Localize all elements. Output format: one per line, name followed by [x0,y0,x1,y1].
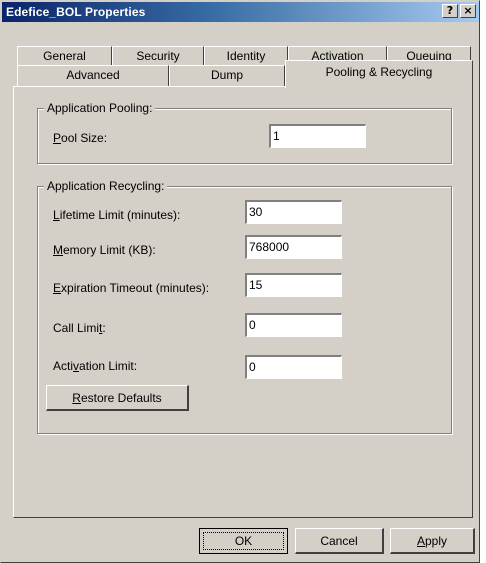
pool-size-input[interactable]: 1 [269,124,366,148]
title-bar[interactable]: Edefice_BOL Properties ? × [2,2,479,22]
window-title: Edefice_BOL Properties [6,5,146,19]
help-button[interactable]: ? [442,4,458,18]
apply-button[interactable]: Apply [390,528,475,554]
tab-label: Advanced [66,68,120,82]
expiration-timeout-input[interactable]: 15 [245,273,342,297]
application-pooling-group: Application Pooling: Pool Size: 1 [37,101,452,164]
lifetime-limit-label: Lifetime Limit (minutes): [53,208,181,222]
activation-limit-label: Activation Limit: [53,359,138,373]
activation-limit-input[interactable]: 0 [245,355,342,379]
application-recycling-group: Application Recycling: Lifetime Limit (m… [37,179,452,434]
ok-button[interactable]: OK [199,528,288,554]
tab-security[interactable]: Security [112,46,204,67]
call-limit-input[interactable]: 0 [245,313,342,337]
tab-general[interactable]: General [17,46,112,67]
help-icon: ? [446,4,454,17]
tab-label: Security [136,49,180,63]
call-limit-label: Call Limit: [53,321,106,335]
tab-label: General [43,49,86,63]
tab-label: Dump [210,68,243,82]
group-title: Application Recycling: [44,179,168,193]
lifetime-limit-input[interactable]: 30 [245,200,342,224]
cancel-label: Cancel [320,534,358,548]
properties-dialog: Edefice_BOL Properties ? × General Secur… [0,0,480,563]
memory-limit-input[interactable]: 768000 [245,235,342,259]
memory-limit-label: Memory Limit (KB): [53,243,156,257]
focus-rect [203,532,284,550]
pool-size-label: Pool Size: [53,131,108,145]
tab-label: Pooling & Recycling [325,65,433,79]
tab-panel: Application Pooling: Pool Size: 1 Applic… [13,86,473,518]
tab-identity[interactable]: Identity [204,46,288,67]
group-title: Application Pooling: [44,101,156,115]
expiration-timeout-label: Expiration Timeout (minutes): [53,281,210,295]
close-icon: × [463,4,473,17]
tab-label: Identity [226,49,266,63]
tab-advanced[interactable]: Advanced [17,65,169,87]
close-button[interactable]: × [460,4,476,18]
restore-defaults-label: Restore Defaults [72,391,162,405]
restore-defaults-button[interactable]: Restore Defaults [46,385,189,411]
tab-dump[interactable]: Dump [169,65,285,87]
cancel-button[interactable]: Cancel [295,528,384,554]
tab-pooling-recycling[interactable]: Pooling & Recycling [285,60,473,88]
apply-label: Apply [416,534,448,548]
